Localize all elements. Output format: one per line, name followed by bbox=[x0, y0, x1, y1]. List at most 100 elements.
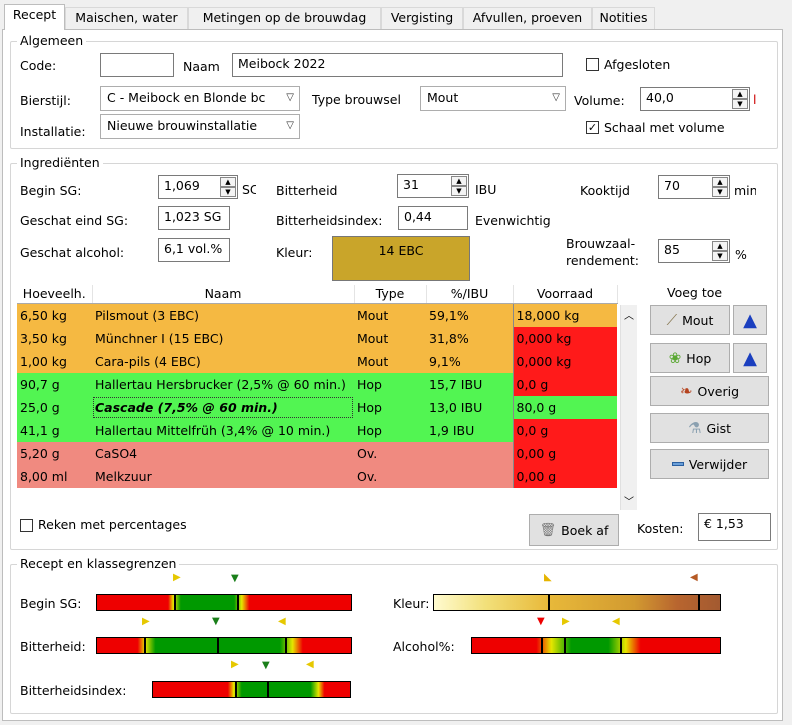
table-cell[interactable]: Mout bbox=[354, 303, 426, 327]
spin-down-icon[interactable]: ▼ bbox=[451, 186, 467, 196]
installatie-select[interactable]: Nieuwe brouwinstallatie ▽ bbox=[100, 114, 300, 139]
klasse-title: Recept en klassegrenzen bbox=[17, 557, 180, 571]
schaal-checkbox[interactable]: ✓ bbox=[586, 121, 599, 134]
table-cell[interactable]: 0,000 kg bbox=[512, 327, 617, 350]
table-cell[interactable]: 80,0 g bbox=[512, 396, 617, 419]
klasse-bitterindex-label: Bitterheidsindex: bbox=[20, 683, 127, 698]
bitterindex-text: Evenwichtig bbox=[475, 213, 551, 228]
table-row[interactable]: 6,50 kg Pilsmout (3 EBC) Mout 59,1% 18,000 k… bbox=[17, 303, 617, 327]
table-cell[interactable]: Hop bbox=[354, 373, 426, 396]
col-header[interactable]: Hoeveelh. bbox=[17, 285, 93, 304]
add-overig-button[interactable]: ❧ Overig bbox=[650, 376, 769, 406]
table-cell[interactable]: 6,50 kg bbox=[17, 303, 92, 327]
table-cell[interactable]: Cascade (7,5% @ 60 min.) bbox=[92, 396, 354, 419]
col-header[interactable]: Voorraad bbox=[513, 285, 618, 304]
table-cell[interactable]: 3,50 kg bbox=[17, 327, 92, 350]
tab-afvullen[interactable]: Afvullen, proeven bbox=[463, 7, 592, 29]
scroll-up-icon[interactable]: ︿ bbox=[624, 307, 634, 322]
tab-metingen[interactable]: Metingen op de brouwdag bbox=[188, 7, 381, 29]
table-cell[interactable]: 1,00 kg bbox=[17, 350, 92, 373]
col-header[interactable]: Type bbox=[354, 285, 427, 304]
table-cell[interactable]: 1,9 IBU bbox=[426, 419, 513, 442]
table-row[interactable]: 90,7 g Hallertau Hersbrucker (2,5% @ 60 m… bbox=[17, 373, 617, 396]
spin-up-icon[interactable]: ▲ bbox=[451, 176, 467, 186]
table-cell[interactable]: 18,000 kg bbox=[512, 303, 617, 327]
table-cell[interactable]: Cara-pils (4 EBC) bbox=[92, 350, 354, 373]
bitterheid-spinner[interactable]: 31 ▲ ▼ bbox=[397, 174, 469, 198]
table-scrollbar[interactable]: ︿ ﹀ bbox=[620, 305, 637, 510]
table-cell[interactable]: Hop bbox=[354, 419, 426, 442]
table-cell[interactable]: 0,0 g bbox=[512, 373, 617, 396]
table-row[interactable]: 8,00 ml Melkzuur Ov. 0,00 g bbox=[17, 465, 617, 488]
col-header[interactable]: Naam bbox=[92, 285, 355, 304]
table-cell[interactable]: 15,7 IBU bbox=[426, 373, 513, 396]
spin-down-icon[interactable]: ▼ bbox=[220, 187, 236, 197]
boek-af-button[interactable]: 🗑 Boek af bbox=[529, 514, 619, 546]
kooktijd-value: 70 bbox=[664, 178, 680, 193]
table-cell[interactable]: 0,000 kg bbox=[512, 350, 617, 373]
spin-up-icon[interactable]: ▲ bbox=[712, 177, 728, 187]
mout-wizard-button[interactable]: ▲ bbox=[733, 305, 767, 335]
table-row[interactable]: 5,20 g CaSO4 Ov. 0,00 g bbox=[17, 442, 617, 465]
kooktijd-spinner[interactable]: 70 ▲ ▼ bbox=[658, 175, 730, 199]
table-row[interactable]: 25,0 g Cascade (7,5% @ 60 min.) Hop 13,0 IB… bbox=[17, 396, 617, 419]
spin-up-icon[interactable]: ▲ bbox=[220, 177, 236, 187]
table-cell[interactable]: 5,20 g bbox=[17, 442, 92, 465]
kleur-range-bar bbox=[433, 594, 721, 611]
table-cell[interactable]: 31,8% bbox=[426, 327, 513, 350]
percentages-checkbox[interactable] bbox=[20, 519, 33, 532]
table-cell[interactable] bbox=[426, 465, 513, 488]
begin-sg-label: Begin SG: bbox=[20, 183, 82, 198]
table-cell[interactable]: Münchner I (15 EBC) bbox=[92, 327, 354, 350]
volume-spinner[interactable]: 40,0 ▲ ▼ bbox=[640, 87, 750, 111]
table-row[interactable]: 41,1 g Hallertau Mittelfrüh (3,4% @ 10 mi… bbox=[17, 419, 617, 442]
table-cell[interactable]: Hop bbox=[354, 396, 426, 419]
table-cell[interactable]: 0,00 g bbox=[512, 465, 617, 488]
table-cell[interactable]: 13,0 IBU bbox=[426, 396, 513, 419]
spin-up-icon[interactable]: ▲ bbox=[732, 89, 748, 99]
table-cell[interactable]: Hallertau Hersbrucker (2,5% @ 60 min.) bbox=[92, 373, 354, 396]
table-cell[interactable]: Pilsmout (3 EBC) bbox=[92, 303, 354, 327]
table-cell[interactable]: CaSO4 bbox=[92, 442, 354, 465]
begin-sg-spinner[interactable]: 1,069 ▲ ▼ bbox=[158, 175, 238, 199]
table-cell[interactable]: 0,0 g bbox=[512, 419, 617, 442]
tab-notities[interactable]: Notities bbox=[592, 7, 655, 29]
table-cell[interactable] bbox=[426, 442, 513, 465]
verwijder-button[interactable]: Verwijder bbox=[650, 449, 769, 479]
type-select[interactable]: Mout ▽ bbox=[420, 86, 566, 111]
spin-down-icon[interactable]: ▼ bbox=[712, 187, 728, 197]
table-cell[interactable]: Hallertau Mittelfrüh (3,4% @ 10 min.) bbox=[92, 419, 354, 442]
scroll-down-icon[interactable]: ﹀ bbox=[624, 493, 634, 508]
table-cell[interactable]: Melkzuur bbox=[92, 465, 354, 488]
add-gist-button[interactable]: ⚗ Gist bbox=[650, 413, 769, 443]
table-cell[interactable]: 8,00 ml bbox=[17, 465, 92, 488]
tab-maischen[interactable]: Maischen, water bbox=[65, 7, 188, 29]
table-row[interactable]: 1,00 kg Cara-pils (4 EBC) Mout 9,1% 0,000 kg bbox=[17, 350, 617, 373]
col-header[interactable]: %/IBU bbox=[426, 285, 514, 304]
table-cell[interactable]: 25,0 g bbox=[17, 396, 92, 419]
spin-down-icon[interactable]: ▼ bbox=[712, 251, 728, 261]
spin-down-icon[interactable]: ▼ bbox=[732, 99, 748, 109]
table-cell[interactable]: Ov. bbox=[354, 442, 426, 465]
table-cell[interactable]: 41,1 g bbox=[17, 419, 92, 442]
naam-field[interactable]: Meibock 2022 bbox=[232, 53, 563, 77]
table-cell[interactable]: 59,1% bbox=[426, 303, 513, 327]
range-max-marker: ◀ bbox=[690, 572, 698, 583]
spin-up-icon[interactable]: ▲ bbox=[712, 241, 728, 251]
bierstijl-select[interactable]: C - Meibock en Blonde bc ▽ bbox=[100, 86, 300, 111]
code-field[interactable] bbox=[100, 53, 174, 77]
table-cell[interactable]: Ov. bbox=[354, 465, 426, 488]
table-row[interactable]: 3,50 kg Münchner I (15 EBC) Mout 31,8% 0,000… bbox=[17, 327, 617, 350]
add-mout-button[interactable]: ⟋ Mout bbox=[650, 305, 730, 335]
table-cell[interactable]: Mout bbox=[354, 350, 426, 373]
tab-vergisting[interactable]: Vergisting bbox=[381, 7, 463, 29]
afgesloten-checkbox[interactable] bbox=[586, 58, 599, 71]
hop-wizard-button[interactable]: ▲ bbox=[733, 343, 767, 373]
rendement-spinner[interactable]: 85 ▲ ▼ bbox=[658, 239, 730, 263]
table-cell[interactable]: Mout bbox=[354, 327, 426, 350]
tab-recept[interactable]: Recept bbox=[4, 4, 65, 30]
table-cell[interactable]: 0,00 g bbox=[512, 442, 617, 465]
table-cell[interactable]: 9,1% bbox=[426, 350, 513, 373]
add-hop-button[interactable]: ❀ Hop bbox=[650, 343, 730, 373]
table-cell[interactable]: 90,7 g bbox=[17, 373, 92, 396]
